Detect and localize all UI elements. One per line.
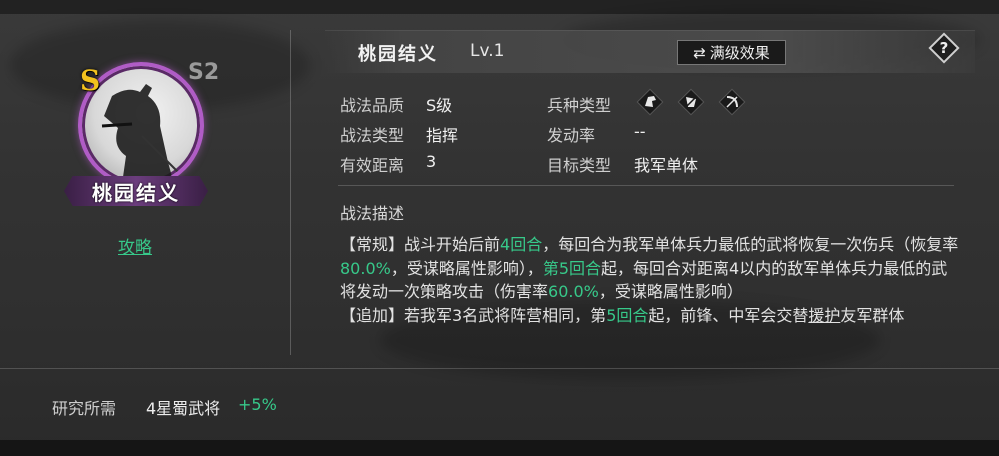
question-icon: ? bbox=[928, 32, 960, 64]
season-badge: S2 bbox=[188, 60, 220, 85]
bottom-divider bbox=[0, 368, 999, 369]
tactic-title: 桃园结义 bbox=[358, 44, 438, 65]
target-type-value: 我军单体 bbox=[634, 156, 699, 175]
tactic-name: 桃园结义 bbox=[92, 180, 180, 205]
research-bonus: +5% bbox=[238, 395, 277, 414]
trigger-rate-value: -- bbox=[634, 122, 646, 141]
bow-icon bbox=[718, 88, 746, 116]
description-title: 战法描述 bbox=[340, 204, 405, 223]
quality-value: S级 bbox=[426, 96, 453, 115]
bottom-strip bbox=[0, 440, 999, 456]
troop-type-label: 兵种类型 bbox=[547, 96, 612, 115]
grade-badge: S bbox=[80, 64, 101, 97]
tactic-name-banner: 桃园结义 bbox=[64, 176, 208, 206]
research-label: 研究所需 bbox=[52, 399, 117, 418]
tactic-level: Lv.1 bbox=[470, 41, 505, 61]
guide-link[interactable]: 攻略 bbox=[118, 233, 152, 258]
range-value: 3 bbox=[426, 152, 437, 171]
description-divider bbox=[338, 185, 954, 186]
help-button[interactable]: ? bbox=[928, 32, 960, 64]
range-label: 有效距离 bbox=[340, 156, 405, 175]
type-label: 战法类型 bbox=[340, 126, 405, 145]
vertical-divider bbox=[290, 30, 291, 355]
shield-icon bbox=[677, 88, 705, 116]
quality-label: 战法品质 bbox=[340, 96, 405, 115]
swap-icon: ⇄ bbox=[693, 43, 706, 62]
target-type-label: 目标类型 bbox=[547, 156, 612, 175]
description-body: 【常规】战斗开始后前4回合，每回合为我军单体兵力最低的武将恢复一次伤兵（恢复率8… bbox=[340, 235, 959, 325]
svg-text:?: ? bbox=[940, 39, 949, 57]
assist-keyword-link[interactable]: 援护 bbox=[808, 306, 840, 325]
trigger-rate-label: 发动率 bbox=[547, 126, 596, 145]
research-value: 4星蜀武将 bbox=[146, 399, 221, 418]
cavalry-icon bbox=[636, 88, 664, 116]
type-value: 指挥 bbox=[426, 126, 459, 145]
max-effect-label: 满级效果 bbox=[709, 44, 770, 62]
max-effect-button[interactable]: ⇄ 满级效果 bbox=[677, 40, 786, 65]
